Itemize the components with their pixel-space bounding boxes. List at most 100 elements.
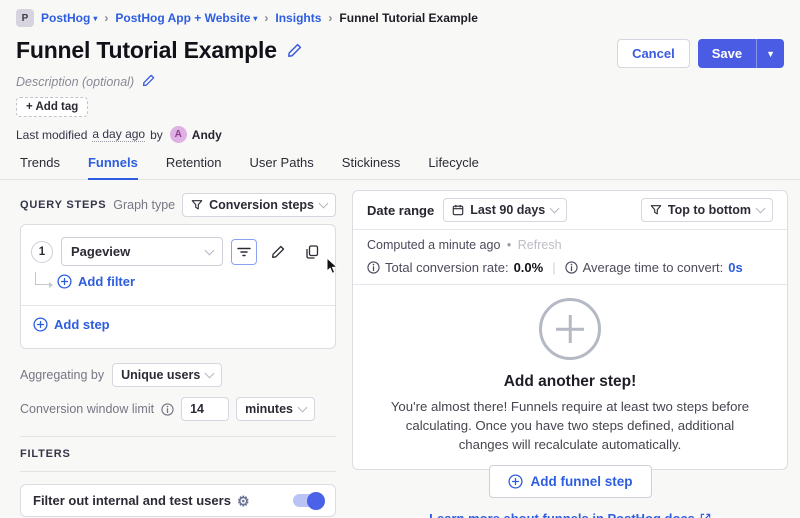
- breadcrumb-current: Funnel Tutorial Example: [339, 11, 477, 25]
- toggle-knob: [307, 492, 325, 510]
- conversion-window-unit-dropdown[interactable]: minutes: [236, 397, 315, 421]
- chevron-down-icon: [205, 245, 215, 255]
- graph-type-value: Conversion steps: [209, 198, 314, 212]
- step-filter-button[interactable]: [231, 239, 257, 265]
- total-conversion-value: 0.0%: [514, 260, 544, 275]
- funnel-docs-link-label: Learn more about funnels in PostHog docs: [429, 511, 695, 518]
- step-edit-button[interactable]: [265, 239, 291, 265]
- filters-label: FILTERS: [20, 448, 336, 460]
- breadcrumb-label: PostHog App + Website: [115, 11, 250, 25]
- breadcrumb-label: PostHog: [41, 11, 90, 25]
- copy-icon: [305, 245, 319, 259]
- modified-time: a day ago: [92, 127, 145, 142]
- result-header: Date range Last 90 days Top to bottom: [353, 191, 787, 230]
- tab-retention[interactable]: Retention: [166, 155, 222, 179]
- add-funnel-step-button[interactable]: Add funnel step: [489, 465, 652, 498]
- computed-text: Computed a minute ago: [367, 238, 500, 252]
- description-row: Description (optional): [0, 68, 800, 89]
- date-range-dropdown[interactable]: Last 90 days: [443, 198, 567, 222]
- modified-prefix: Last modified: [16, 128, 87, 142]
- breadcrumb-separator: ›: [328, 11, 332, 25]
- funnel-icon: [191, 199, 203, 211]
- add-tag-button[interactable]: + Add tag: [16, 97, 88, 117]
- add-step-button[interactable]: Add step: [33, 317, 110, 332]
- funnel-docs-link[interactable]: Learn more about funnels in PostHog docs: [429, 511, 711, 518]
- divider: [20, 436, 336, 437]
- tab-lifecycle[interactable]: Lifecycle: [428, 155, 479, 179]
- avg-time-value: 0s: [728, 260, 742, 275]
- step-event-select[interactable]: Pageview: [61, 237, 223, 266]
- graph-type-dropdown[interactable]: Conversion steps: [182, 193, 336, 217]
- conversion-window-input[interactable]: [181, 397, 229, 421]
- tab-user-paths[interactable]: User Paths: [249, 155, 313, 179]
- internal-users-filter-card: Filter out internal and test users ⚙: [20, 484, 336, 517]
- breadcrumb-separator: ›: [104, 11, 108, 25]
- save-label[interactable]: Save: [698, 39, 756, 68]
- author-avatar[interactable]: A: [170, 126, 187, 143]
- page-title: Funnel Tutorial Example: [16, 37, 277, 64]
- pencil-icon: [271, 245, 285, 259]
- last-modified: Last modified a day ago by A Andy: [0, 117, 800, 143]
- conversion-window-unit: minutes: [245, 402, 293, 416]
- aggregation-dropdown[interactable]: Unique users: [112, 363, 222, 387]
- breadcrumb: P PostHog ▾ › PostHog App + Website ▾ › …: [0, 0, 800, 27]
- breadcrumb-insights[interactable]: Insights: [275, 11, 321, 25]
- info-icon: [161, 403, 174, 416]
- chevron-down-icon: [756, 204, 766, 214]
- calendar-icon: [452, 204, 464, 216]
- result-card: Date range Last 90 days Top to bottom: [352, 190, 788, 470]
- add-filter-row: Add filter: [21, 270, 335, 305]
- query-steps-label: QUERY STEPS: [20, 199, 106, 211]
- total-conversion-stat: Total conversion rate: 0.0%: [367, 260, 543, 275]
- caret-down-icon: ▾: [253, 14, 257, 23]
- tag-row: + Add tag: [0, 89, 800, 117]
- step-copy-button[interactable]: [299, 239, 325, 265]
- edit-description-icon[interactable]: [142, 74, 157, 89]
- chevron-down-icon: [205, 369, 215, 379]
- save-dropdown-caret-icon[interactable]: ▼: [756, 39, 784, 68]
- save-button[interactable]: Save ▼: [698, 39, 784, 68]
- avg-time-stat: Average time to convert: 0s: [565, 260, 743, 275]
- plus-circle-icon: [508, 474, 523, 489]
- tab-funnels[interactable]: Funnels: [88, 155, 138, 180]
- internal-users-filter-label: Filter out internal and test users: [33, 493, 231, 508]
- results-panel: Date range Last 90 days Top to bottom: [352, 190, 788, 470]
- tab-trends[interactable]: Trends: [20, 155, 60, 179]
- author-name: Andy: [192, 128, 222, 142]
- computed-row: Computed a minute ago • Refresh: [353, 230, 787, 254]
- aggregation-value: Unique users: [121, 368, 200, 382]
- step-order-dropdown[interactable]: Top to bottom: [641, 198, 773, 222]
- breadcrumb-label: Insights: [275, 11, 321, 25]
- aggregating-by-label: Aggregating by: [20, 368, 104, 382]
- cancel-button[interactable]: Cancel: [617, 39, 690, 68]
- dot-separator: •: [507, 238, 511, 252]
- stats-row: Total conversion rate: 0.0% | Average ti…: [353, 254, 787, 285]
- funnel-icon: [650, 204, 662, 216]
- step-card: 1 Pageview: [20, 224, 336, 349]
- query-panel: QUERY STEPS Graph type Conversion steps …: [20, 190, 336, 518]
- gear-icon[interactable]: ⚙: [237, 494, 250, 508]
- add-filter-button[interactable]: Add filter: [57, 274, 135, 289]
- breadcrumb-posthog[interactable]: PostHog ▾: [41, 11, 97, 25]
- add-step-label: Add step: [54, 317, 110, 332]
- total-conversion-label: Total conversion rate:: [385, 260, 509, 275]
- conversion-window-label: Conversion window limit: [20, 402, 154, 416]
- insight-tabs: Trends Funnels Retention User Paths Stic…: [0, 143, 800, 180]
- conversion-window-row: Conversion window limit minutes: [20, 397, 336, 421]
- internal-users-toggle[interactable]: [293, 494, 323, 507]
- chevron-down-icon: [298, 403, 308, 413]
- empty-state-title: Add another step!: [504, 373, 637, 391]
- edit-title-icon[interactable]: [287, 43, 302, 58]
- step-order-value: Top to bottom: [668, 203, 751, 217]
- graph-type-label: Graph type: [113, 198, 175, 212]
- query-steps-header: QUERY STEPS Graph type Conversion steps: [20, 190, 336, 220]
- project-avatar[interactable]: P: [16, 9, 34, 27]
- breadcrumb-project[interactable]: PostHog App + Website ▾: [115, 11, 257, 25]
- mouse-cursor: [326, 257, 339, 275]
- posthog-insight-page: P PostHog ▾ › PostHog App + Website ▾ › …: [0, 0, 800, 518]
- step-number-badge: 1: [31, 241, 53, 263]
- step-event-value: Pageview: [71, 244, 130, 259]
- tab-stickiness[interactable]: Stickiness: [342, 155, 401, 179]
- modified-by: by: [150, 128, 163, 142]
- refresh-button[interactable]: Refresh: [518, 238, 562, 252]
